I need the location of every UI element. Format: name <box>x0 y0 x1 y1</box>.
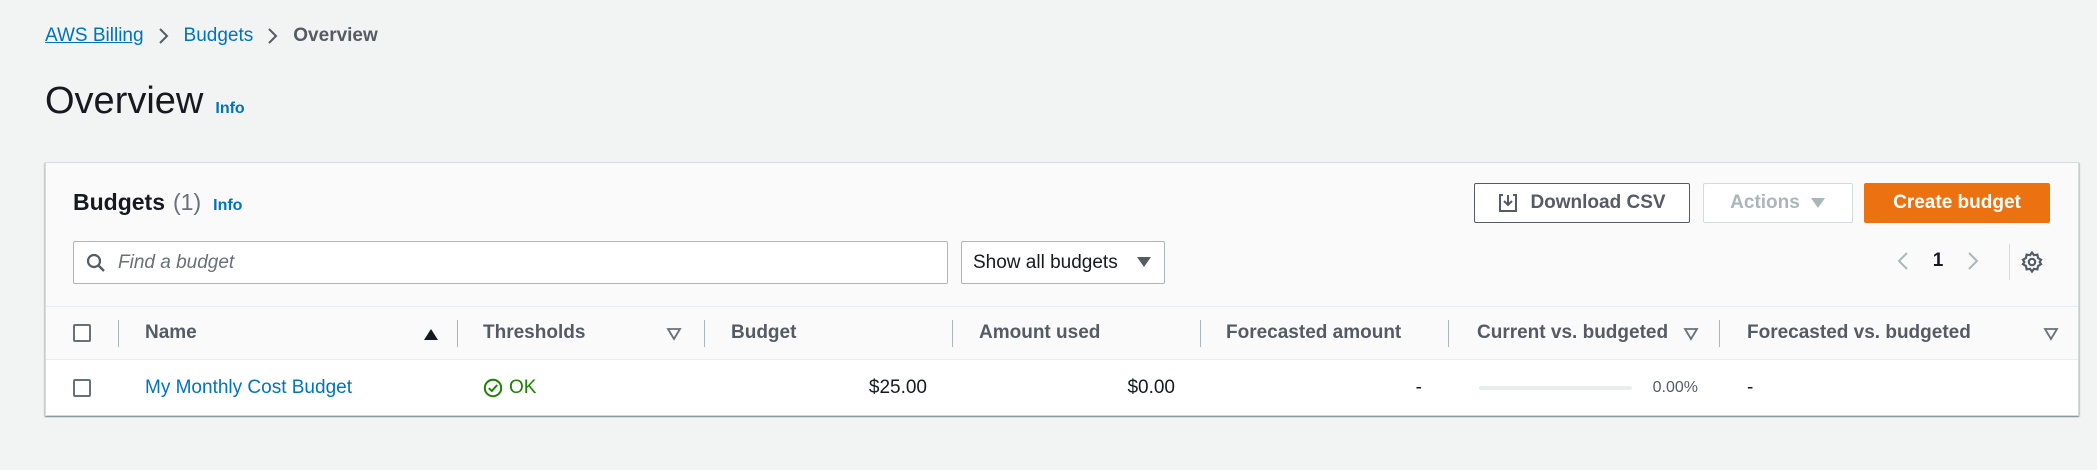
create-budget-label: Create budget <box>1893 192 2021 213</box>
column-divider <box>1719 320 1720 347</box>
column-divider <box>118 320 119 347</box>
search-field[interactable] <box>73 241 948 284</box>
status-ok-icon <box>483 378 503 397</box>
select-all-checkbox[interactable] <box>73 324 91 342</box>
column-divider <box>1200 320 1201 347</box>
amount-used: $0.00 <box>1127 376 1175 398</box>
current-vs-budgeted-percent: 0.00% <box>1652 378 1698 396</box>
column-header-current-vs-budgeted[interactable]: Current vs. budgeted <box>1477 307 1668 359</box>
column-header-amount-used[interactable]: Amount used <box>979 307 1100 359</box>
budget-amount: $25.00 <box>868 376 927 398</box>
column-header-thresholds[interactable]: Thresholds <box>483 307 585 359</box>
page-header: Overview Info <box>45 80 245 123</box>
column-header-name[interactable]: Name <box>145 307 197 359</box>
forecasted-amount: - <box>1415 376 1422 398</box>
sort-icon[interactable] <box>666 326 682 342</box>
page-number[interactable]: 1 <box>1915 250 1961 272</box>
breadcrumb-budgets[interactable]: Budgets <box>184 25 254 47</box>
budget-name-link[interactable]: My Monthly Cost Budget <box>145 360 352 415</box>
search-input[interactable] <box>116 250 920 275</box>
download-csv-label: Download CSV <box>1530 192 1666 213</box>
budgets-title: Budgets (1) Info <box>73 189 242 216</box>
chevron-right-icon <box>150 27 178 45</box>
chevron-right-icon <box>259 27 287 45</box>
actions-label: Actions <box>1730 192 1800 213</box>
sort-icon[interactable] <box>1683 326 1699 342</box>
budget-filter-value: Show all budgets <box>973 251 1118 273</box>
chevron-left-icon[interactable] <box>1891 246 1915 276</box>
budgets-overview-page: AWS Billing Budgets Overview Overview In… <box>0 0 2097 470</box>
settings-icon[interactable] <box>2017 247 2047 277</box>
threshold-status-text: OK <box>509 376 537 398</box>
caret-down-icon <box>1810 198 1825 208</box>
pagination: 1 <box>1891 246 1985 276</box>
threshold-status: OK <box>483 360 536 415</box>
table-row: My Monthly Cost Budget OK $25.00 $0.00 -… <box>46 360 2078 415</box>
column-header-forecasted-amount[interactable]: Forecasted amount <box>1226 307 1401 359</box>
breadcrumb: AWS Billing Budgets Overview <box>45 25 378 47</box>
chevron-right-icon[interactable] <box>1961 246 1985 276</box>
page-info-link[interactable]: Info <box>215 100 244 118</box>
column-divider <box>457 320 458 347</box>
budgets-table-header: Budgets (1) Info Download CSV Actions Cr… <box>46 163 2078 307</box>
column-divider <box>1448 320 1449 347</box>
column-divider <box>952 320 953 347</box>
budgets-count: (1) <box>173 189 202 215</box>
forecasted-vs-budgeted: - <box>1747 376 1754 398</box>
download-csv-button[interactable]: Download CSV <box>1474 183 1690 223</box>
actions-dropdown-button[interactable]: Actions <box>1703 183 1853 223</box>
create-budget-button[interactable]: Create budget <box>1864 183 2050 223</box>
breadcrumb-current: Overview <box>293 25 378 46</box>
column-divider <box>704 320 705 347</box>
budgets-heading: Budgets <box>73 189 165 215</box>
caret-down-icon <box>1137 257 1151 267</box>
row-checkbox[interactable] <box>73 379 91 397</box>
column-header-budget[interactable]: Budget <box>731 307 796 359</box>
breadcrumb-aws-billing[interactable]: AWS Billing <box>45 25 144 47</box>
download-icon <box>1499 194 1518 212</box>
page-title: Overview <box>45 80 204 122</box>
sort-ascending-icon[interactable] <box>423 326 439 342</box>
budget-filter-select[interactable]: Show all budgets <box>961 241 1165 284</box>
search-icon <box>86 253 105 272</box>
pagination-divider <box>2009 244 2010 280</box>
table-header-row: Name Thresholds Budget Amount used Forec… <box>46 307 2078 360</box>
sort-icon[interactable] <box>2043 326 2059 342</box>
column-header-forecasted-vs-budgeted[interactable]: Forecasted vs. budgeted <box>1747 307 1971 359</box>
current-vs-budgeted-progress-bar <box>1479 386 1632 390</box>
budgets-info-link[interactable]: Info <box>213 197 242 215</box>
budgets-table-container: Budgets (1) Info Download CSV Actions Cr… <box>45 162 2079 416</box>
